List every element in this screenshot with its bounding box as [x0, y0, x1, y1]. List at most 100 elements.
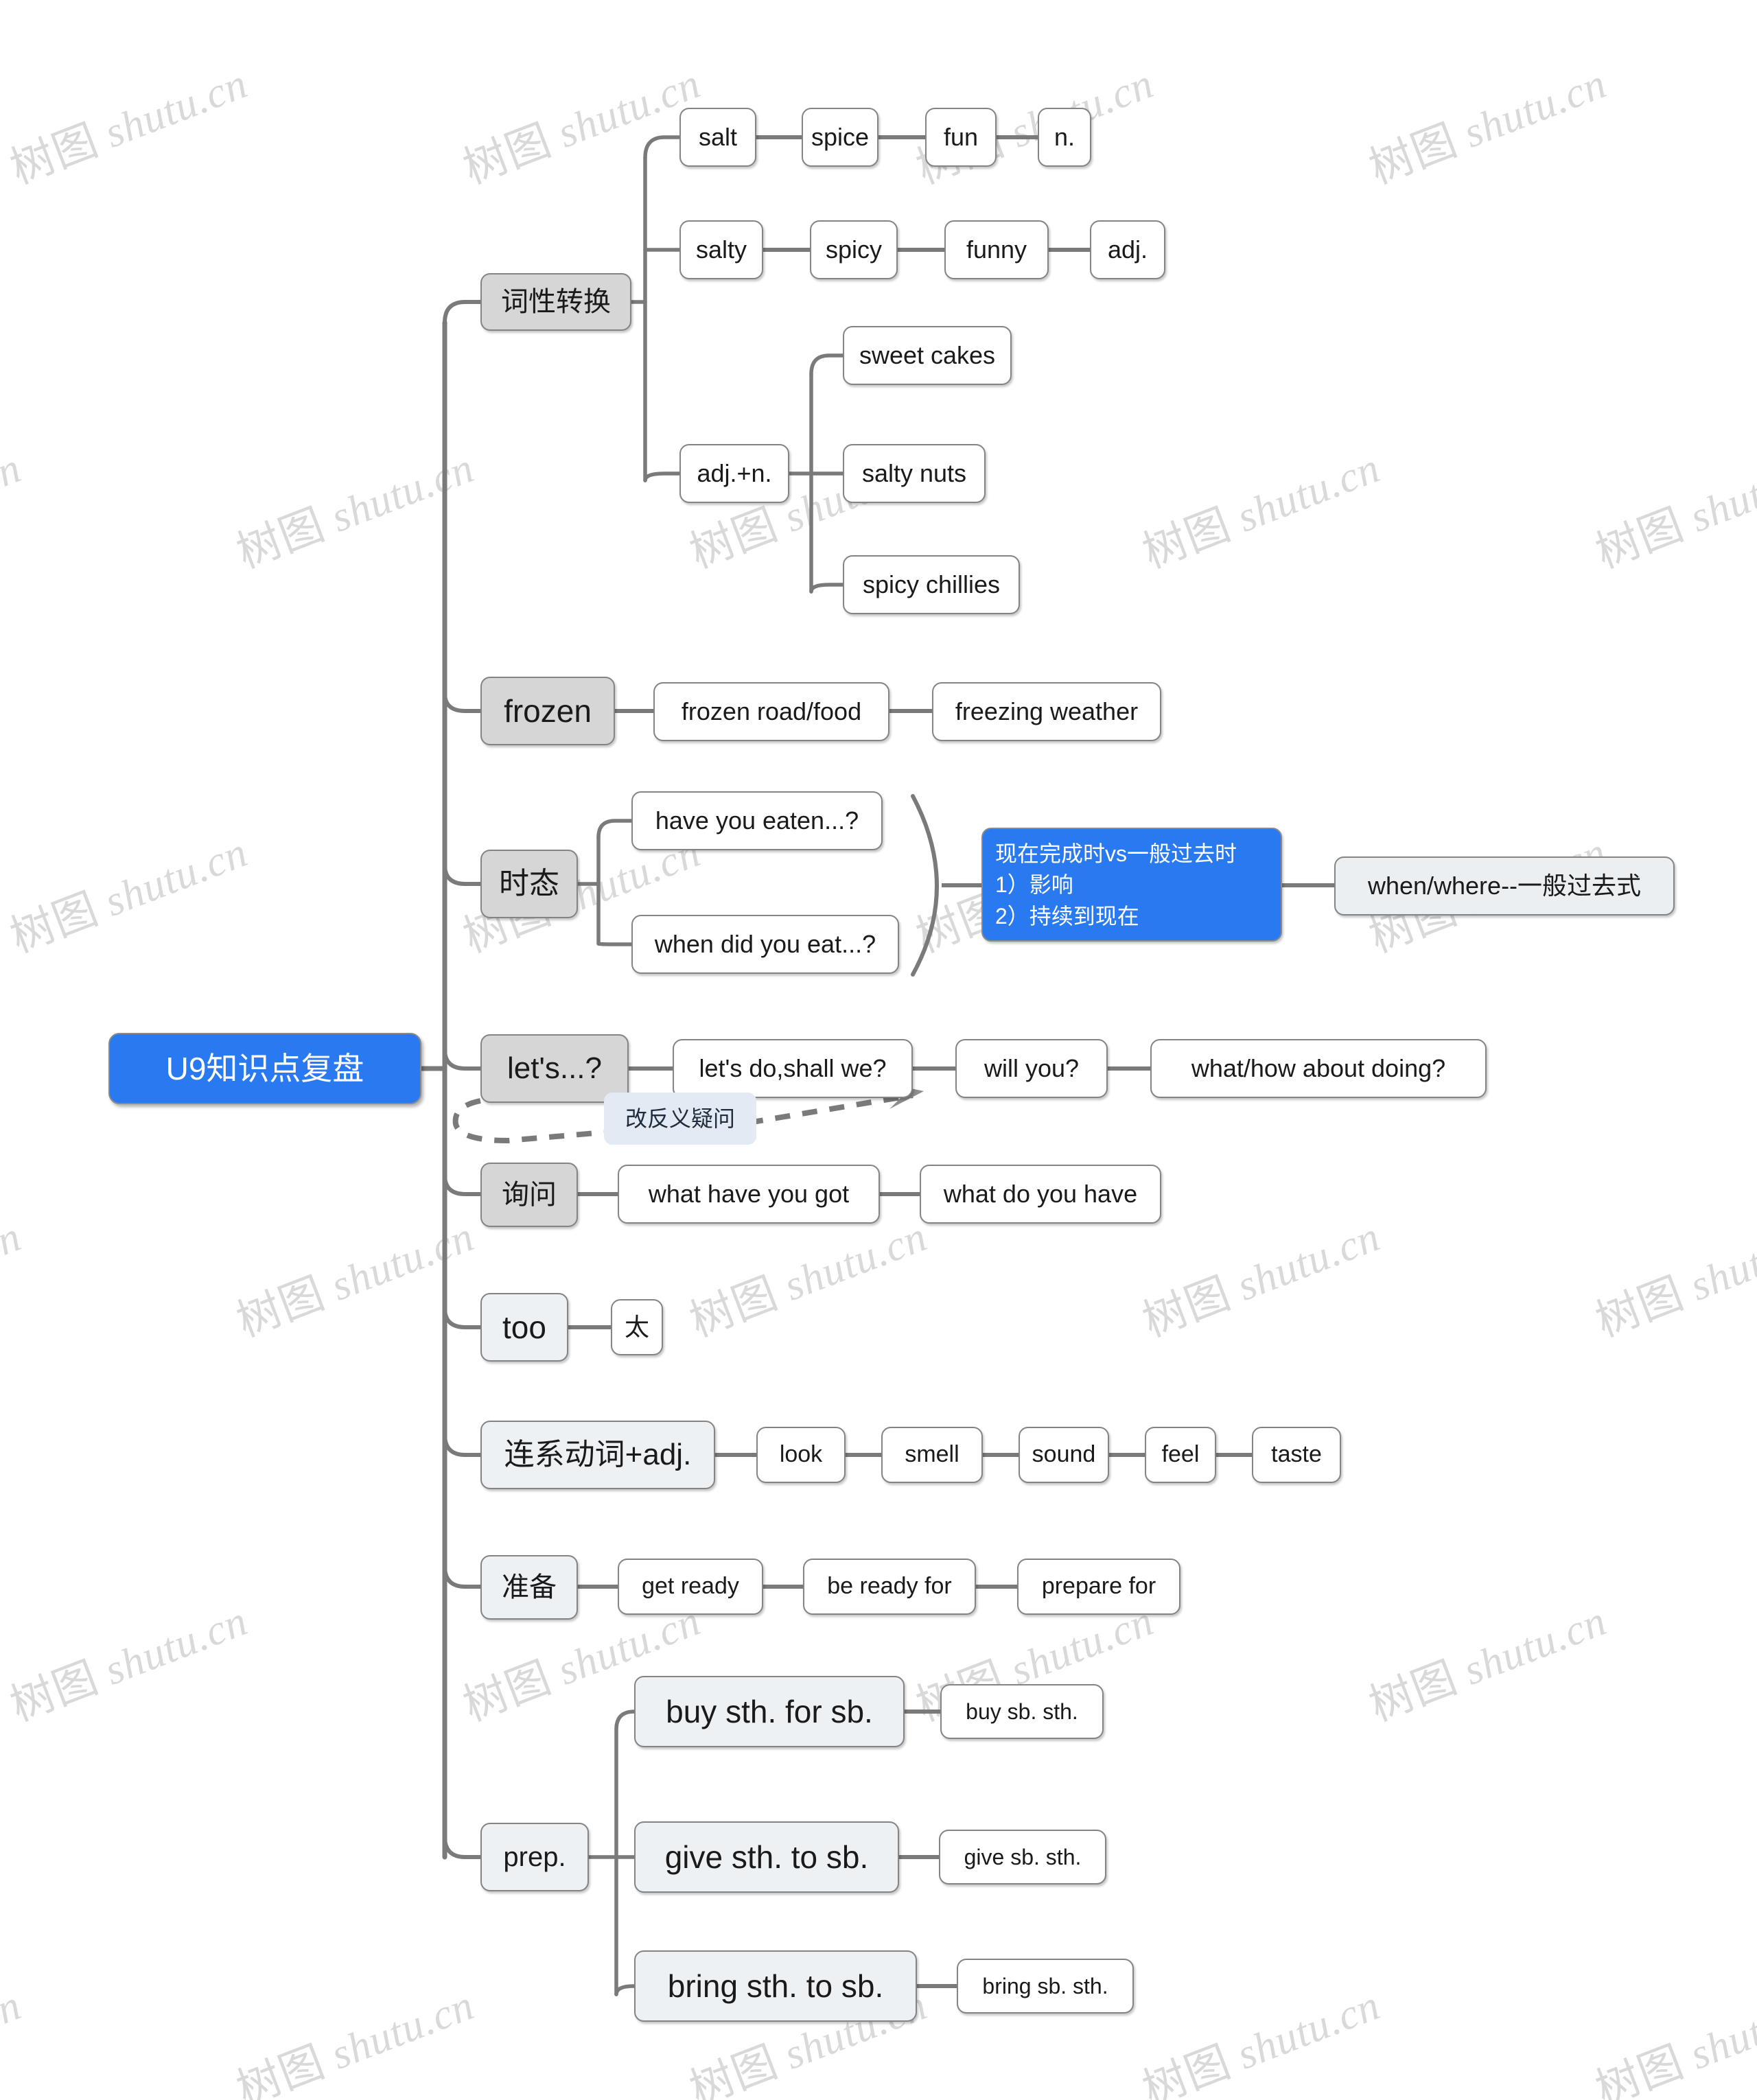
node-when-where-past[interactable]: when/where--一般过去式: [1334, 856, 1675, 915]
node-too-meaning[interactable]: 太: [611, 1299, 663, 1355]
branch-ask[interactable]: 询问: [480, 1163, 578, 1227]
watermark-text: 树图 shutu.cn: [3, 828, 254, 962]
node-have-you-eaten[interactable]: have you eaten...?: [631, 791, 883, 850]
node-freezing-weather-label: freezing weather: [955, 697, 1139, 726]
node-sound-label: sound: [1032, 1441, 1096, 1468]
tense-comparison-line1: 现在完成时vs一般过去时: [995, 841, 1237, 866]
node-spicy-chillies-label: spicy chillies: [862, 570, 1001, 599]
node-bring-sth-to-sb[interactable]: bring sth. to sb.: [634, 1950, 917, 2022]
node-salt-label: salt: [698, 123, 738, 152]
node-adj-plus-noun[interactable]: adj.+n.: [679, 444, 789, 503]
watermark-text: 树图 shutu.cn: [0, 444, 27, 541]
branch-frozen-label: frozen: [504, 692, 592, 729]
watermark-text: 树图 shutu.cn: [230, 1981, 480, 2100]
node-buy-sth-for-sb[interactable]: buy sth. for sb.: [634, 1676, 905, 1747]
node-what-how-about-doing[interactable]: what/how about doing?: [1150, 1039, 1487, 1098]
node-will-you[interactable]: will you?: [955, 1039, 1108, 1098]
branch-lets-label: let's...?: [507, 1051, 602, 1085]
node-salty[interactable]: salty: [679, 220, 763, 279]
node-tense-comparison[interactable]: 现在完成时vs一般过去时 1）影响 2）持续到现在: [981, 828, 1282, 942]
node-what-do-you-have-label: what do you have: [943, 1180, 1138, 1209]
node-spice-label: spice: [811, 123, 870, 152]
node-sweet-cakes[interactable]: sweet cakes: [843, 326, 1012, 385]
branch-linking-verb[interactable]: 连系动词+adj.: [480, 1421, 715, 1489]
watermark-text: 树图 shutu.cn: [0, 1981, 27, 2079]
root-label: U9知识点复盘: [165, 1050, 364, 1086]
node-sweet-cakes-label: sweet cakes: [859, 341, 996, 370]
node-spice[interactable]: spice: [802, 108, 878, 167]
node-get-ready[interactable]: get ready: [618, 1559, 763, 1615]
node-spicy[interactable]: spicy: [810, 220, 898, 279]
watermark-text: 树图 shutu.cn: [456, 60, 707, 194]
node-give-sb-sth[interactable]: give sb. sth.: [939, 1830, 1106, 1885]
branch-prep[interactable]: prep.: [480, 1823, 589, 1891]
node-freezing-weather[interactable]: freezing weather: [932, 682, 1161, 741]
node-adj-plus-noun-label: adj.+n.: [697, 459, 772, 488]
node-too-meaning-label: 太: [624, 1313, 649, 1342]
node-funny-label: funny: [966, 235, 1027, 264]
watermark-text: 树图 shutu.cn: [1589, 1213, 1757, 1346]
node-lets-do-shall-we-label: let's do,shall we?: [699, 1054, 887, 1083]
tense-comparison-line2: 1）影响: [995, 872, 1073, 898]
node-salty-nuts[interactable]: salty nuts: [843, 444, 986, 503]
watermark-text: 树图 shutu.cn: [1589, 1981, 1757, 2100]
watermark-text: 树图 shutu.cn: [230, 1213, 480, 1346]
node-salty-nuts-label: salty nuts: [861, 459, 967, 488]
node-bring-sb-sth[interactable]: bring sb. sth.: [957, 1959, 1134, 2014]
node-taste[interactable]: taste: [1252, 1427, 1341, 1483]
node-give-sb-sth-label: give sb. sth.: [964, 1844, 1082, 1869]
node-be-ready-for[interactable]: be ready for: [803, 1559, 976, 1615]
annotation-tag-question[interactable]: 改反义疑问: [604, 1093, 756, 1145]
mindmap-canvas: 树图 shutu.cn 树图 shutu.cn 树图 shutu.cn 树图 shut…: [0, 0, 1757, 2100]
branch-word-form-label: 词性转换: [501, 287, 611, 317]
branch-tense-label: 时态: [499, 866, 559, 900]
node-give-sth-to-sb-label: give sth. to sb.: [664, 1839, 869, 1875]
watermark-text: 树图 shutu.cn: [1589, 444, 1757, 578]
node-when-did-you-eat-label: when did you eat...?: [654, 930, 876, 959]
node-give-sth-to-sb[interactable]: give sth. to sb.: [634, 1821, 899, 1893]
watermark-text: 树图 shutu.cn: [1136, 1981, 1386, 2100]
node-buy-sth-for-sb-label: buy sth. for sb.: [666, 1693, 873, 1729]
node-what-have-you-got-label: what have you got: [648, 1180, 850, 1209]
node-salt[interactable]: salt: [679, 108, 756, 167]
node-funny[interactable]: funny: [944, 220, 1049, 279]
watermark-text: 树图 shutu.cn: [1136, 444, 1386, 578]
node-adj-abbr[interactable]: adj.: [1090, 220, 1165, 279]
node-look[interactable]: look: [756, 1427, 846, 1483]
node-fun-label: fun: [943, 123, 979, 152]
annotation-tag-question-label: 改反义疑问: [625, 1106, 735, 1131]
node-get-ready-label: get ready: [642, 1573, 739, 1600]
node-taste-label: taste: [1271, 1441, 1322, 1468]
node-feel-label: feel: [1161, 1441, 1200, 1468]
node-what-do-you-have[interactable]: what do you have: [920, 1165, 1161, 1224]
branch-lets[interactable]: let's...?: [480, 1034, 629, 1103]
node-salty-label: salty: [695, 235, 747, 264]
branch-tense[interactable]: 时态: [480, 850, 578, 918]
node-noun-abbr-label: n.: [1054, 123, 1075, 152]
node-lets-do-shall-we[interactable]: let's do,shall we?: [673, 1039, 913, 1098]
branch-word-form[interactable]: 词性转换: [480, 273, 631, 331]
node-noun-abbr[interactable]: n.: [1038, 108, 1091, 167]
node-be-ready-for-label: be ready for: [827, 1573, 952, 1600]
node-fun[interactable]: fun: [925, 108, 997, 167]
node-when-did-you-eat[interactable]: when did you eat...?: [631, 915, 899, 974]
node-buy-sb-sth[interactable]: buy sb. sth.: [940, 1684, 1104, 1739]
node-will-you-label: will you?: [984, 1054, 1080, 1083]
branch-too[interactable]: too: [480, 1293, 568, 1362]
node-what-have-you-got[interactable]: what have you got: [618, 1165, 880, 1224]
branch-prepare[interactable]: 准备: [480, 1555, 578, 1620]
node-prepare-for[interactable]: prepare for: [1017, 1559, 1180, 1615]
watermark-text: 树图 shutu.cn: [0, 1213, 27, 1310]
branch-frozen[interactable]: frozen: [480, 677, 615, 745]
node-bring-sb-sth-label: bring sb. sth.: [982, 1973, 1108, 1998]
node-buy-sb-sth-label: buy sb. sth.: [966, 1699, 1078, 1724]
node-feel[interactable]: feel: [1145, 1427, 1216, 1483]
node-what-how-about-doing-label: what/how about doing?: [1191, 1054, 1446, 1083]
node-sound[interactable]: sound: [1019, 1427, 1109, 1483]
node-spicy-chillies[interactable]: spicy chillies: [843, 555, 1020, 614]
watermark-text: 树图 shutu.cn: [230, 444, 480, 578]
node-frozen-road-food[interactable]: frozen road/food: [653, 682, 889, 741]
root-node[interactable]: U9知识点复盘: [108, 1033, 421, 1104]
node-smell[interactable]: smell: [881, 1427, 983, 1483]
branch-linking-verb-label: 连系动词+adj.: [504, 1437, 692, 1471]
